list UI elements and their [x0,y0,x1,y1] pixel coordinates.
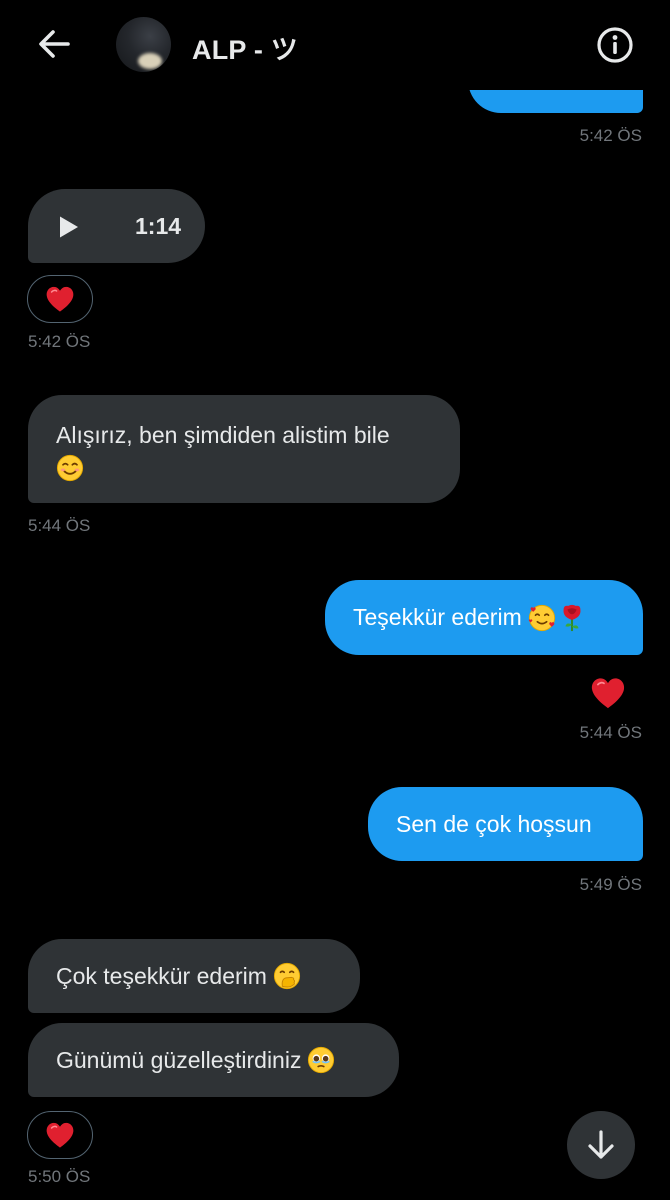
back-button[interactable] [30,22,78,66]
reaction-badge[interactable] [27,275,93,323]
contact-name[interactable]: ALP - ツ [192,28,298,67]
voice-duration: 1:14 [135,213,182,239]
message-bubble-outgoing[interactable]: Teşekkür ederim [325,580,643,655]
message-text: Günümü güzelleştirdiniz [56,1046,302,1073]
message-text: Teşekkür ederim [353,604,522,630]
heart-icon[interactable] [590,676,626,710]
message-text: Sen de çok hoşsun [396,810,592,837]
message-bubble-outgoing[interactable]: Sen de çok hoşsun [368,787,643,861]
message-bubble-incoming[interactable]: Alışırız, ben şimdiden alistim bile [28,395,460,503]
conversation-header: ALP - ツ [0,0,670,90]
message-timestamp: 5:42 ÖS [28,332,91,351]
play-icon[interactable] [58,215,80,239]
message-timestamp: 5:44 ÖS [28,516,91,535]
face-with-hand-over-mouth-icon [273,962,301,990]
message-bubble-incoming[interactable]: Günümü güzelleştirdiniz [28,1023,399,1097]
info-icon [597,27,633,63]
rose-icon [563,604,581,631]
voice-message[interactable]: 1:14 [28,189,205,263]
message-timestamp: 5:50 ÖS [28,1167,91,1186]
message-timestamp: 5:44 ÖS [579,723,642,742]
arrow-down-icon [588,1130,614,1159]
smiling-face-icon [56,454,84,482]
face-holding-back-tears-icon [307,1046,335,1074]
message-timestamp: 5:42 ÖS [579,126,642,145]
heart-icon [45,285,75,313]
message-text: Alışırız, ben şimdiden alistim bile [56,422,390,448]
scroll-to-bottom-button[interactable] [567,1111,635,1179]
avatar[interactable] [116,17,171,72]
message-text: Çok teşekkür ederim [56,962,267,989]
heart-icon [45,1121,75,1149]
arrow-left-icon [39,30,70,58]
reaction-badge[interactable] [27,1111,93,1159]
message-bubble-incoming[interactable]: Çok teşekkür ederim [28,939,360,1013]
message-timestamp: 5:49 ÖS [579,875,642,894]
smiling-face-with-hearts-icon [528,604,556,632]
info-button[interactable] [594,24,636,66]
